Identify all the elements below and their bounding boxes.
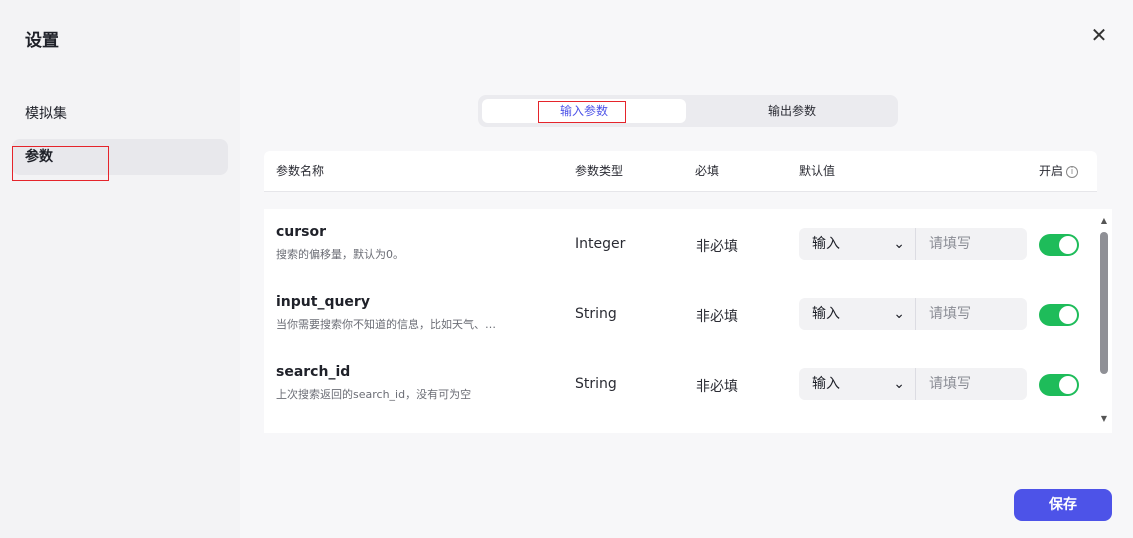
default-value-input[interactable]: 请填写 [915, 228, 1027, 260]
close-icon[interactable]: ✕ [1088, 24, 1110, 46]
param-desc: 当你需要搜索你不知道的信息，比如天气、… [276, 318, 496, 331]
param-tabs: 输入参数 输出参数 [478, 95, 898, 127]
param-type: String [575, 306, 617, 322]
scroll-up-icon[interactable]: ▲ [1098, 216, 1110, 225]
default-value-input[interactable]: 请填写 [915, 368, 1027, 400]
scroll-down-icon[interactable]: ▼ [1098, 414, 1110, 423]
param-table: cursor 搜索的偏移量，默认为0。 Integer 非必填 输入 ⌄ 请填写 … [264, 209, 1112, 433]
enable-toggle[interactable] [1039, 304, 1079, 326]
sidebar-item-label: 模拟集 [25, 106, 67, 122]
param-name: input_query [276, 294, 370, 310]
settings-title: 设置 [25, 31, 59, 51]
chevron-down-icon: ⌄ [893, 376, 905, 392]
tab-output-params[interactable]: 输出参数 [690, 99, 894, 123]
col-type: 参数类型 [575, 164, 624, 178]
tab-input-params[interactable]: 输入参数 [482, 99, 686, 123]
table-row: input_query 当你需要搜索你不知道的信息，比如天气、… String … [264, 279, 1112, 349]
default-mode-select[interactable]: 输入 ⌄ [799, 368, 915, 400]
sidebar-item-label: 参数 [25, 149, 53, 165]
param-desc: 搜索的偏移量，默认为0。 [276, 248, 404, 261]
default-mode-value: 输入 [812, 376, 840, 392]
param-required: 非必填 [696, 379, 738, 395]
toggle-knob [1059, 236, 1077, 254]
default-mode-select[interactable]: 输入 ⌄ [799, 298, 915, 330]
default-mode-select[interactable]: 输入 ⌄ [799, 228, 915, 260]
col-enabled-label: 开启 [1039, 164, 1064, 178]
col-enabled: 开启 i [1039, 151, 1079, 192]
save-button[interactable]: 保存 [1014, 489, 1112, 521]
default-mode-value: 输入 [812, 236, 840, 252]
param-name: cursor [276, 224, 327, 240]
enable-toggle[interactable] [1039, 374, 1079, 396]
default-mode-value: 输入 [812, 306, 840, 322]
toggle-knob [1059, 376, 1077, 394]
param-name: search_id [276, 364, 351, 380]
chevron-down-icon: ⌄ [893, 236, 905, 252]
sidebar: 设置 模拟集 参数 [0, 0, 240, 538]
sidebar-item-mock-set[interactable]: 模拟集 [12, 96, 228, 132]
param-type: String [575, 376, 617, 392]
scrollbar[interactable]: ▲ ▼ [1098, 216, 1110, 428]
param-type: Integer [575, 236, 626, 252]
info-icon[interactable]: i [1066, 165, 1079, 178]
default-value-input[interactable]: 请填写 [915, 298, 1027, 330]
table-header: 参数名称 参数类型 必填 默认值 开启 i [264, 151, 1097, 192]
sidebar-item-params[interactable]: 参数 [12, 139, 228, 175]
chevron-down-icon: ⌄ [893, 306, 905, 322]
table-row: search_id 上次搜索返回的search_id，没有可为空 String … [264, 349, 1112, 419]
param-desc: 上次搜索返回的search_id，没有可为空 [276, 388, 472, 401]
scroll-thumb[interactable] [1100, 232, 1108, 374]
toggle-knob [1059, 306, 1077, 324]
col-default: 默认值 [799, 164, 836, 178]
col-required: 必填 [695, 164, 720, 178]
param-required: 非必填 [696, 239, 738, 255]
col-name: 参数名称 [276, 164, 325, 178]
param-required: 非必填 [696, 309, 738, 325]
table-row: cursor 搜索的偏移量，默认为0。 Integer 非必填 输入 ⌄ 请填写 [264, 209, 1112, 279]
enable-toggle[interactable] [1039, 234, 1079, 256]
